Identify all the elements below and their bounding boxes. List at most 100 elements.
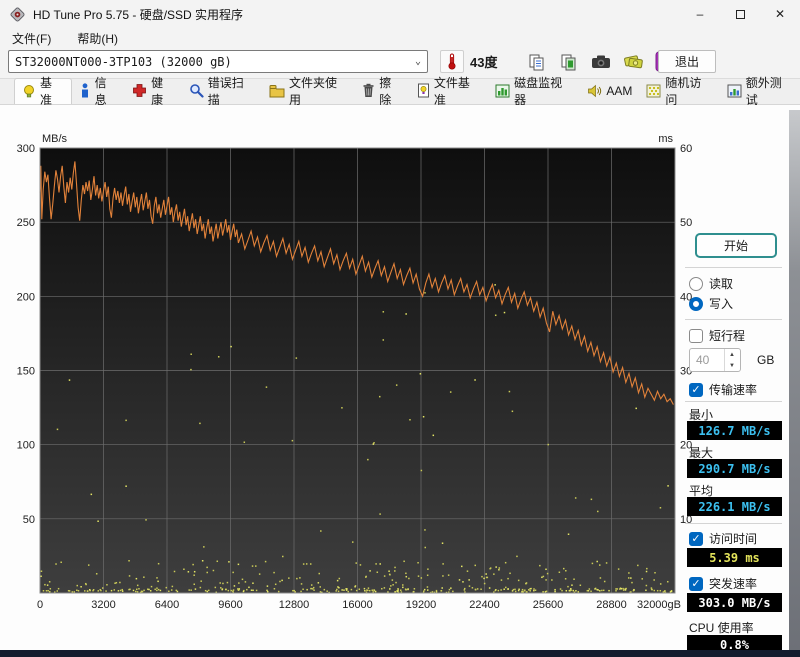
tab-label: AAM [606, 83, 633, 98]
svg-text:19200: 19200 [406, 599, 437, 611]
tab-label: 文件夹使用 [289, 75, 338, 107]
radio-icon [689, 276, 703, 291]
short-stroke-size-input[interactable] [690, 349, 724, 371]
tab-label: 错误扫描 [207, 75, 244, 107]
read-radio-label: 读取 [709, 277, 734, 291]
start-button[interactable]: 开始 [695, 233, 777, 258]
maximize-icon [735, 9, 745, 19]
svg-text:28800: 28800 [596, 599, 627, 611]
tab-bar: 基准 信息 健康 错误扫描 文件夹使用 擦除 文件基准 磁盘监视器 AAM 随机… [0, 76, 800, 107]
app-window: HD Tune Pro 5.75 - 硬盘/SSD 实用程序 – ✕ 文件(F)… [0, 0, 800, 657]
menu-file[interactable]: 文件(F) [10, 29, 53, 48]
app-icon [10, 7, 25, 21]
checkbox-icon [689, 328, 703, 343]
tab-file-benchmark[interactable]: 文件基准 [410, 76, 488, 107]
burst-rate-checkbox[interactable]: ✓ 突发速率 [689, 575, 757, 592]
tab-label: 文件基准 [433, 75, 470, 107]
maximize-button[interactable] [720, 0, 760, 28]
svg-text:MB/s: MB/s [42, 133, 68, 145]
screenshot-button[interactable] [588, 50, 614, 73]
window-title: HD Tune Pro 5.75 - 硬盘/SSD 实用程序 [33, 7, 244, 22]
copy-text-icon [529, 54, 544, 70]
benchmark-panel: MB/s ms 300 250 200 150 100 50 60 50 40 30 20 10 0 3200… [0, 105, 800, 654]
temperature-value: 43度 [470, 55, 498, 70]
short-stroke-checkbox[interactable]: 短行程 [689, 327, 745, 344]
folder-icon [269, 84, 285, 97]
copy-image-icon [561, 54, 576, 70]
access-time-label: 访问时间 [709, 532, 758, 546]
benchmark-chart: MB/s ms300250200150100506050403020100 3200… [17, 133, 693, 611]
drive-select-value: ST32000NT000-3TP103 (32000 gB) [15, 54, 232, 69]
tab-info[interactable]: 信息 [72, 76, 126, 107]
max-value: 290.7 MB/s [687, 459, 782, 478]
copy-image-button[interactable] [556, 50, 582, 73]
tab-label: 基准 [40, 76, 53, 107]
disk-monitor-icon [495, 84, 510, 97]
svg-text:9600: 9600 [218, 599, 242, 611]
tab-label: 随机访问 [665, 75, 702, 107]
tab-erase[interactable]: 擦除 [355, 76, 410, 107]
svg-text:22400: 22400 [469, 599, 500, 611]
extra-tests-icon [727, 84, 742, 97]
svg-text:150: 150 [17, 366, 35, 378]
avg-value: 226.1 MB/s [687, 497, 782, 516]
exit-button[interactable]: 退出 [658, 50, 716, 73]
tab-benchmark[interactable]: 基准 [14, 76, 72, 107]
svg-text:12800: 12800 [279, 599, 310, 611]
close-button[interactable]: ✕ [760, 0, 800, 28]
tab-extra-tests[interactable]: 额外测试 [720, 76, 800, 107]
copy-text-button[interactable] [524, 50, 550, 73]
stepper-down-icon[interactable]: ▼ [725, 360, 739, 371]
checkbox-checked-icon: ✓ [689, 576, 703, 591]
access-time-checkbox[interactable]: ✓ 访问时间 [689, 530, 757, 547]
desktop-edge [0, 650, 800, 657]
tab-label: 信息 [94, 75, 107, 107]
svg-text:32000gB: 32000gB [637, 599, 681, 611]
window-edge-scrollbar [789, 110, 800, 650]
svg-text:300: 300 [17, 143, 35, 155]
read-radio[interactable]: 读取 [689, 275, 733, 292]
tab-disk-monitor[interactable]: 磁盘监视器 [488, 76, 580, 107]
tab-label: 擦除 [379, 75, 392, 107]
money-icon [623, 55, 643, 69]
speaker-icon [588, 84, 602, 97]
temperature-button[interactable] [440, 50, 464, 73]
title-bar: HD Tune Pro 5.75 - 硬盘/SSD 实用程序 – ✕ [0, 0, 800, 28]
tab-aam[interactable]: AAM [580, 78, 639, 104]
cpu-usage-label: CPU 使用率 [689, 621, 754, 635]
camera-icon [592, 55, 610, 68]
register-button[interactable] [620, 50, 646, 73]
tab-label: 额外测试 [745, 75, 782, 107]
random-access-icon [646, 84, 661, 97]
trash-icon [363, 83, 374, 97]
transfer-rate-label: 传输速率 [709, 383, 758, 397]
stepper-up-icon[interactable]: ▲ [725, 349, 739, 360]
checkbox-checked-icon: ✓ [689, 382, 703, 397]
file-benchmark-icon [417, 83, 429, 98]
menu-help[interactable]: 帮助(H) [75, 29, 120, 48]
tab-health[interactable]: 健康 [125, 76, 182, 107]
min-value: 126.7 MB/s [687, 421, 782, 440]
burst-rate-value: 303.0 MB/s [687, 593, 782, 612]
short-stroke-size-stepper[interactable]: ▲▼ [689, 348, 741, 372]
svg-text:100: 100 [17, 440, 35, 452]
tab-label: 磁盘监视器 [514, 75, 563, 107]
magnifier-icon [189, 84, 204, 98]
tab-error-scan[interactable]: 错误扫描 [182, 76, 262, 107]
minimize-button[interactable]: – [680, 0, 720, 28]
access-time-value: 5.39 ms [687, 548, 782, 567]
drive-select[interactable]: ST32000NT000-3TP103 (32000 gB) ⌄ [8, 50, 428, 73]
svg-text:0: 0 [37, 599, 43, 611]
write-radio[interactable]: 写入 [689, 295, 733, 312]
tab-random-access[interactable]: 随机访问 [639, 76, 719, 107]
short-stroke-label: 短行程 [709, 329, 746, 343]
transfer-rate-checkbox[interactable]: ✓ 传输速率 [689, 381, 757, 398]
burst-rate-label: 突发速率 [709, 577, 758, 591]
thermometer-icon [448, 53, 456, 70]
chevron-down-icon: ⌄ [414, 56, 421, 67]
svg-text:6400: 6400 [155, 599, 179, 611]
write-radio-label: 写入 [709, 297, 734, 311]
benchmark-bulb-icon [24, 84, 34, 97]
tab-folder-usage[interactable]: 文件夹使用 [262, 76, 355, 107]
health-cross-icon [133, 84, 147, 97]
